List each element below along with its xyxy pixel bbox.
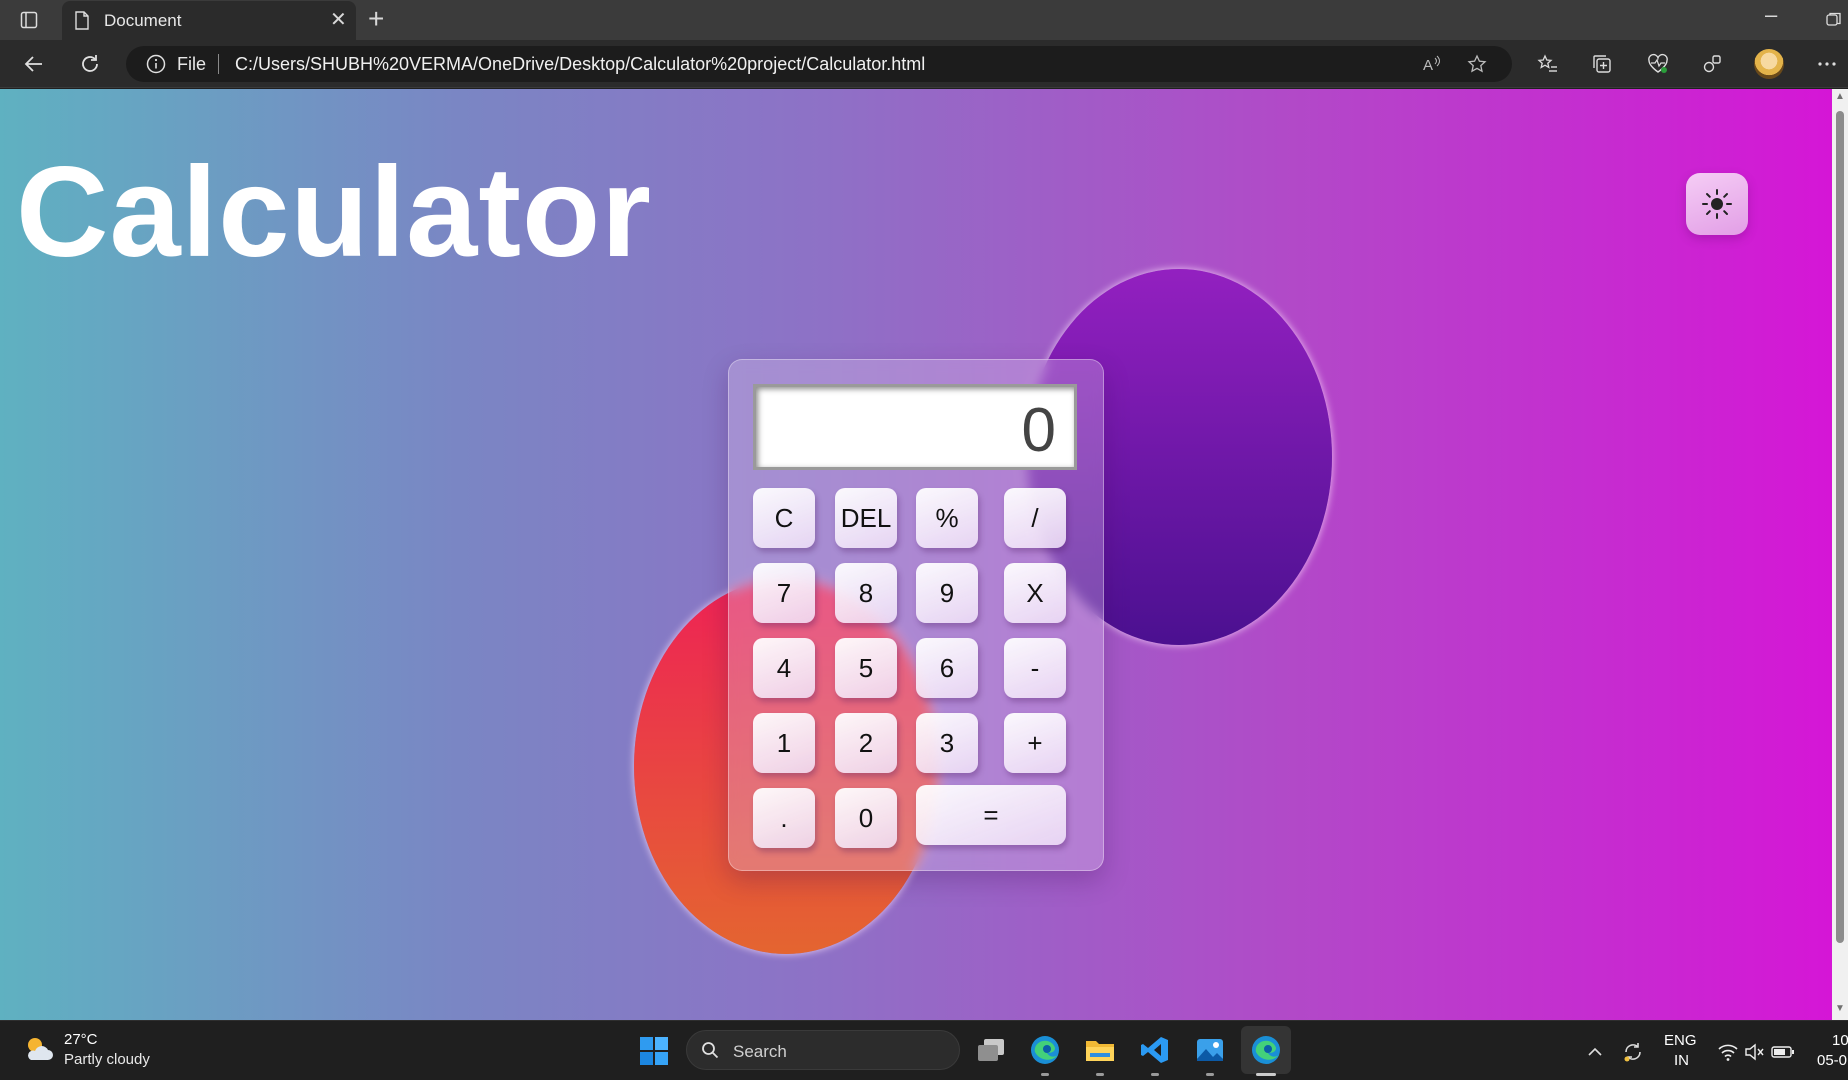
- page-scrollbar[interactable]: ▲ ▼: [1832, 89, 1848, 1020]
- calculator-panel: 0 C DEL % / 7 8 9 X 4 5 6 - 1 2 3 + . 0 …: [728, 359, 1104, 871]
- theme-toggle-button[interactable]: [1686, 173, 1748, 235]
- language-indicator-line2[interactable]: IN: [1674, 1052, 1689, 1069]
- partly-cloudy-icon[interactable]: [22, 1032, 56, 1066]
- photos-app-icon[interactable]: [1193, 1033, 1227, 1067]
- browser-essentials-icon[interactable]: [1644, 50, 1672, 78]
- digit-1-button[interactable]: 1: [753, 713, 815, 773]
- read-aloud-icon[interactable]: A: [1420, 53, 1442, 75]
- new-tab-icon[interactable]: +: [368, 4, 384, 34]
- decimal-button[interactable]: .: [753, 788, 815, 848]
- tab-title: Document: [104, 11, 182, 30]
- sync-icon[interactable]: [1616, 1035, 1650, 1069]
- digit-4-button[interactable]: 4: [753, 638, 815, 698]
- edge-running-indicator: [1041, 1073, 1049, 1076]
- browser-tab[interactable]: Document ✕: [62, 1, 356, 40]
- windows-taskbar: 27°C Partly cloudy Search ENG IN 10 05-0: [0, 1020, 1848, 1080]
- favorite-star-icon[interactable]: [1466, 53, 1488, 75]
- equals-button[interactable]: =: [916, 785, 1066, 845]
- favorites-icon[interactable]: [1534, 50, 1562, 78]
- file-scheme-label: File: [177, 54, 207, 74]
- info-icon[interactable]: [146, 54, 166, 74]
- weather-description[interactable]: Partly cloudy: [64, 1051, 150, 1068]
- explorer-running-indicator: [1096, 1073, 1104, 1076]
- edge-active-window-icon[interactable]: [1249, 1033, 1283, 1067]
- browser-tab-strip: Document ✕ + –: [0, 0, 1848, 40]
- weather-temperature[interactable]: 27°C: [64, 1031, 98, 1048]
- digit-2-button[interactable]: 2: [835, 713, 897, 773]
- extensions-icon[interactable]: [1698, 50, 1726, 78]
- display-value: 0: [1021, 396, 1056, 465]
- vscode-icon[interactable]: [1138, 1033, 1172, 1067]
- digit-0-button[interactable]: 0: [835, 788, 897, 848]
- document-icon: [75, 11, 89, 30]
- vscode-running-indicator: [1151, 1073, 1159, 1076]
- page-title: Calculator: [16, 141, 652, 284]
- clear-button[interactable]: C: [753, 488, 815, 548]
- collections-icon[interactable]: [1588, 50, 1616, 78]
- search-icon: [702, 1042, 719, 1059]
- digit-3-button[interactable]: 3: [916, 713, 978, 773]
- edge-browser-icon[interactable]: [1028, 1033, 1062, 1067]
- address-bar[interactable]: File C:/Users/SHUBH%20VERMA/OneDrive/Des…: [126, 46, 1512, 82]
- multiply-button[interactable]: X: [1004, 563, 1066, 623]
- digit-9-button[interactable]: 9: [916, 563, 978, 623]
- search-placeholder: Search: [733, 1042, 787, 1061]
- scroll-up-icon[interactable]: ▲: [1835, 91, 1845, 102]
- minus-button[interactable]: -: [1004, 638, 1066, 698]
- scrollbar-thumb[interactable]: [1836, 111, 1844, 943]
- divide-button[interactable]: /: [1004, 488, 1066, 548]
- battery-icon[interactable]: [1766, 1035, 1800, 1069]
- windows-start-icon[interactable]: [639, 1036, 669, 1066]
- digit-5-button[interactable]: 5: [835, 638, 897, 698]
- back-arrow-icon[interactable]: [20, 50, 48, 78]
- address-separator: [218, 54, 219, 74]
- sun-icon: [1702, 189, 1732, 219]
- digit-7-button[interactable]: 7: [753, 563, 815, 623]
- digit-8-button[interactable]: 8: [835, 563, 897, 623]
- clock-date[interactable]: 05-0: [1817, 1052, 1847, 1069]
- browser-toolbar: File C:/Users/SHUBH%20VERMA/OneDrive/Des…: [0, 40, 1848, 88]
- plus-button[interactable]: +: [1004, 713, 1066, 773]
- percent-button[interactable]: %: [916, 488, 978, 548]
- file-explorer-icon[interactable]: [1083, 1033, 1117, 1067]
- photos-running-indicator: [1206, 1073, 1214, 1076]
- taskbar-search-box[interactable]: Search: [686, 1030, 960, 1070]
- url-text[interactable]: C:/Users/SHUBH%20VERMA/OneDrive/Desktop/…: [235, 54, 925, 75]
- page-viewport: Calculator 0 C DEL % / 7 8 9 X 4 5 6 - 1: [0, 89, 1832, 1020]
- calculator-display: 0: [753, 384, 1077, 470]
- minimize-icon[interactable]: –: [1765, 2, 1777, 28]
- edge-active-indicator: [1256, 1073, 1276, 1076]
- clock-time[interactable]: 10: [1832, 1032, 1848, 1049]
- restore-window-icon[interactable]: [1826, 12, 1842, 26]
- task-view-icon[interactable]: [974, 1033, 1008, 1067]
- delete-button[interactable]: DEL: [835, 488, 897, 548]
- tab-actions-icon[interactable]: [14, 9, 44, 31]
- profile-avatar[interactable]: [1754, 49, 1784, 79]
- refresh-icon[interactable]: [76, 50, 104, 78]
- scroll-down-icon[interactable]: ▼: [1835, 1003, 1845, 1014]
- close-tab-icon[interactable]: ✕: [330, 10, 347, 30]
- digit-6-button[interactable]: 6: [916, 638, 978, 698]
- more-options-icon[interactable]: [1813, 50, 1841, 78]
- show-hidden-icons-chevron-icon[interactable]: [1578, 1035, 1612, 1069]
- svg-text:A: A: [1423, 57, 1433, 74]
- language-indicator-line1[interactable]: ENG: [1664, 1032, 1697, 1049]
